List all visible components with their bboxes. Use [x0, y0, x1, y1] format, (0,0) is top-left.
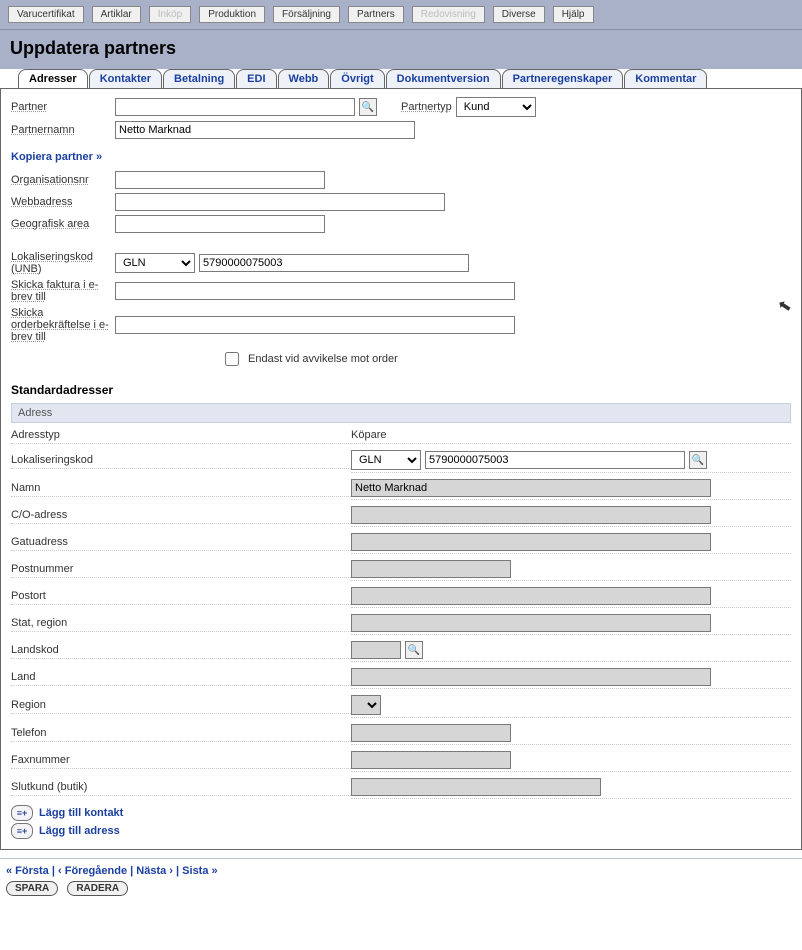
main-panel: Partner 🔍 Partnertyp Kund Partnernamn Ko… [0, 89, 802, 850]
faxnummer-label: Faxnummer [11, 752, 351, 769]
adresstyp-value: Köpare [351, 427, 791, 444]
search-icon: 🔍 [692, 455, 704, 466]
partner-lookup-button[interactable]: 🔍 [359, 98, 377, 116]
adress-header: Adress [11, 403, 791, 423]
email-faktura-input[interactable] [115, 282, 515, 300]
organisationsnr-input[interactable] [115, 171, 325, 189]
add-address-icon: ≡+ [11, 823, 33, 839]
landskod-lookup[interactable]: 🔍 [405, 641, 423, 659]
menu-produktion[interactable]: Produktion [199, 6, 265, 23]
postnummer-input [351, 560, 511, 578]
addr-lokaliseringskod-type-select[interactable]: GLN [351, 450, 421, 470]
partner-label: Partner [11, 101, 111, 113]
addr-lokaliseringskod-label: Lokaliseringskod [11, 452, 351, 469]
co-adress-input [351, 506, 711, 524]
email-orderbekr-input[interactable] [115, 316, 515, 334]
landskod-input [351, 641, 401, 659]
organisationsnr-label: Organisationsnr [11, 174, 111, 186]
address-grid: Adresstyp Köpare Lokaliseringskod GLN 🔍 … [11, 427, 791, 799]
adresstyp-label: Adresstyp [11, 427, 351, 444]
menu-hjalp[interactable]: Hjälp [553, 6, 594, 23]
postort-label: Postort [11, 588, 351, 605]
delete-button[interactable]: RADERA [67, 881, 128, 896]
tab-kommentar[interactable]: Kommentar [624, 69, 707, 88]
standardadresser-title: Standardadresser [11, 383, 791, 397]
menu-forsaljning[interactable]: Försäljning [273, 6, 340, 23]
tab-betalning[interactable]: Betalning [163, 69, 235, 88]
land-input [351, 668, 711, 686]
tab-partneregenskaper[interactable]: Partneregenskaper [502, 69, 624, 88]
slutkund-input [351, 778, 601, 796]
postnummer-label: Postnummer [11, 561, 351, 578]
kopiera-partner-link[interactable]: Kopiera partner » [11, 151, 102, 163]
footer: « Första | ‹ Föregående | Nästa › | Sist… [0, 858, 802, 906]
region-label: Region [11, 697, 351, 714]
namn-label: Namn [11, 480, 351, 497]
tab-edi[interactable]: EDI [236, 69, 276, 88]
nav-prev[interactable]: ‹ Föregående [58, 865, 127, 877]
search-icon: 🔍 [362, 102, 374, 113]
tab-kontakter[interactable]: Kontakter [89, 69, 162, 88]
slutkund-label: Slutkund (butik) [11, 779, 351, 796]
tab-ovrigt[interactable]: Övrigt [330, 69, 384, 88]
region-select[interactable] [351, 695, 381, 715]
menu-diverse[interactable]: Diverse [493, 6, 545, 23]
email-faktura-label: Skicka faktura i e-brev till [11, 279, 111, 303]
landskod-label: Landskod [11, 642, 351, 659]
nav-first[interactable]: « Första [6, 865, 49, 877]
save-button[interactable]: SPARA [6, 881, 58, 896]
tabstrip: Adresser Kontakter Betalning EDI Webb Öv… [0, 69, 802, 89]
partnernamn-label: Partnernamn [11, 124, 111, 136]
nav-next[interactable]: Nästa › [136, 865, 173, 877]
lokaliseringskod-input[interactable] [199, 254, 469, 272]
menu-redovisning: Redovisning [412, 6, 485, 23]
namn-input [351, 479, 711, 497]
partner-input[interactable] [115, 98, 355, 116]
menu-artiklar[interactable]: Artiklar [92, 6, 141, 23]
land-label: Land [11, 669, 351, 686]
add-address-label: Lägg till adress [39, 825, 120, 837]
menu-varucertifikat[interactable]: Varucertifikat [8, 6, 84, 23]
faxnummer-input [351, 751, 511, 769]
search-icon: 🔍 [408, 645, 420, 656]
telefon-input [351, 724, 511, 742]
co-adress-label: C/O-adress [11, 507, 351, 524]
partnertyp-select[interactable]: Kund [456, 97, 536, 117]
add-contact-icon: ≡+ [11, 805, 33, 821]
lokaliseringskod-type-select[interactable]: GLN [115, 253, 195, 273]
partnertyp-label: Partnertyp [401, 101, 452, 113]
tab-webb[interactable]: Webb [278, 69, 330, 88]
add-contact-link[interactable]: ≡+ Lägg till kontakt [11, 805, 791, 821]
tab-adresser[interactable]: Adresser [18, 69, 88, 88]
addr-lokaliseringskod-input[interactable] [425, 451, 685, 469]
nav-last[interactable]: Sista » [182, 865, 217, 877]
endast-avvikelse-checkbox[interactable] [225, 352, 239, 366]
webbadress-label: Webbadress [11, 196, 111, 208]
stat-region-label: Stat, region [11, 615, 351, 632]
geografisk-area-input[interactable] [115, 215, 325, 233]
gatuadress-label: Gatuadress [11, 534, 351, 551]
telefon-label: Telefon [11, 725, 351, 742]
addr-lokaliseringskod-lookup[interactable]: 🔍 [689, 451, 707, 469]
gatuadress-input [351, 533, 711, 551]
topbar: Varucertifikat Artiklar Inköp Produktion… [0, 0, 802, 30]
webbadress-input[interactable] [115, 193, 445, 211]
lokaliseringskod-unb-label: Lokaliseringskod (UNB) [11, 251, 111, 275]
page-title: Uppdatera partners [0, 30, 802, 69]
postort-input [351, 587, 711, 605]
menu-partners[interactable]: Partners [348, 6, 404, 23]
add-address-link[interactable]: ≡+ Lägg till adress [11, 823, 791, 839]
stat-region-input [351, 614, 711, 632]
partnernamn-input[interactable] [115, 121, 415, 139]
tab-dokumentversion[interactable]: Dokumentversion [386, 69, 501, 88]
menu-inkop: Inköp [149, 6, 191, 23]
email-orderbekr-label: Skicka orderbekräftelse i e-brev till [11, 307, 111, 343]
geografisk-area-label: Geografisk area [11, 218, 111, 230]
endast-avvikelse-label: Endast vid avvikelse mot order [248, 353, 398, 365]
add-contact-label: Lägg till kontakt [39, 807, 123, 819]
